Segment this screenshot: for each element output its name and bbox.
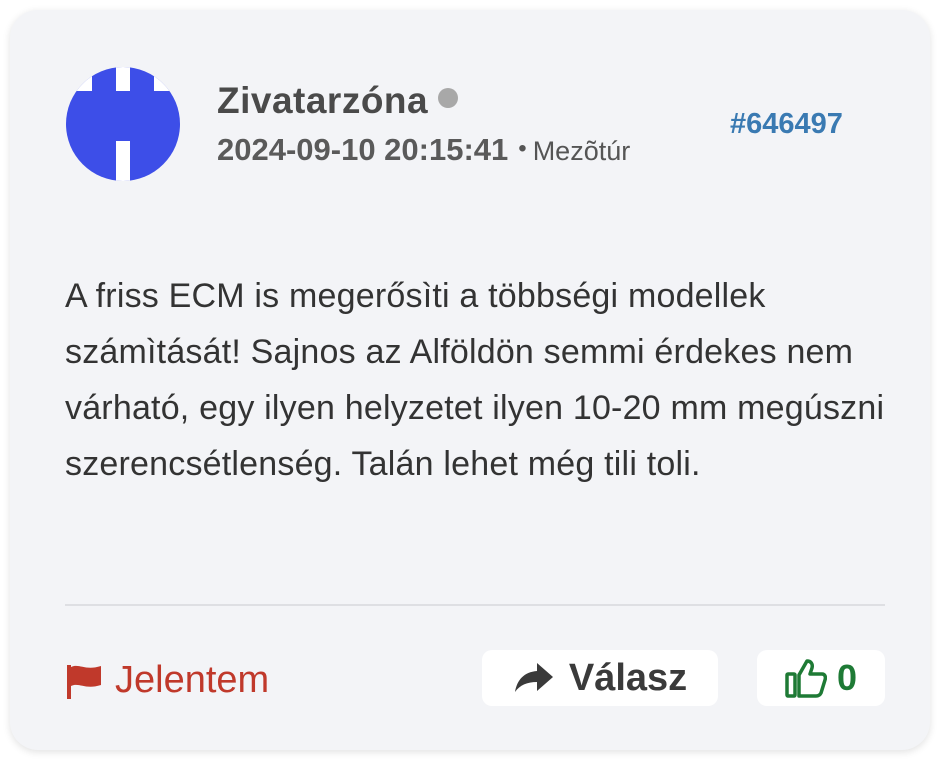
divider: [65, 604, 885, 606]
offline-status-dot: [438, 88, 459, 108]
report-button[interactable]: Jelentem: [65, 655, 269, 705]
author-name[interactable]: Zivatarzóna: [217, 80, 459, 122]
post-timestamp: 2024-09-10 20:15:41: [217, 132, 509, 167]
share-arrow-icon: [513, 661, 555, 695]
reply-button[interactable]: Válasz: [482, 650, 718, 706]
thumbs-up-icon: [785, 658, 827, 698]
flag-icon: [65, 659, 103, 701]
post-card: Zivatarzóna 2024-09-10 20:15:41 • Mezõtúr …: [10, 10, 930, 750]
meta-separator: •: [518, 135, 527, 162]
reply-label: Válasz: [568, 656, 688, 699]
report-label: Jelentem: [115, 658, 270, 701]
post-meta: 2024-09-10 20:15:41 • Mezõtúr: [217, 132, 630, 168]
avatar-pattern-icon: [66, 67, 180, 181]
like-count: 0: [836, 657, 858, 698]
post-id-link[interactable]: #646497: [730, 108, 843, 141]
post-body: A friss ECM is megerősìti a többségi mod…: [65, 277, 885, 483]
author-name-text: Zivatarzóna: [217, 80, 429, 121]
like-button[interactable]: 0: [757, 650, 885, 706]
avatar[interactable]: [66, 67, 180, 181]
post-location: Mezõtúr: [532, 136, 631, 166]
